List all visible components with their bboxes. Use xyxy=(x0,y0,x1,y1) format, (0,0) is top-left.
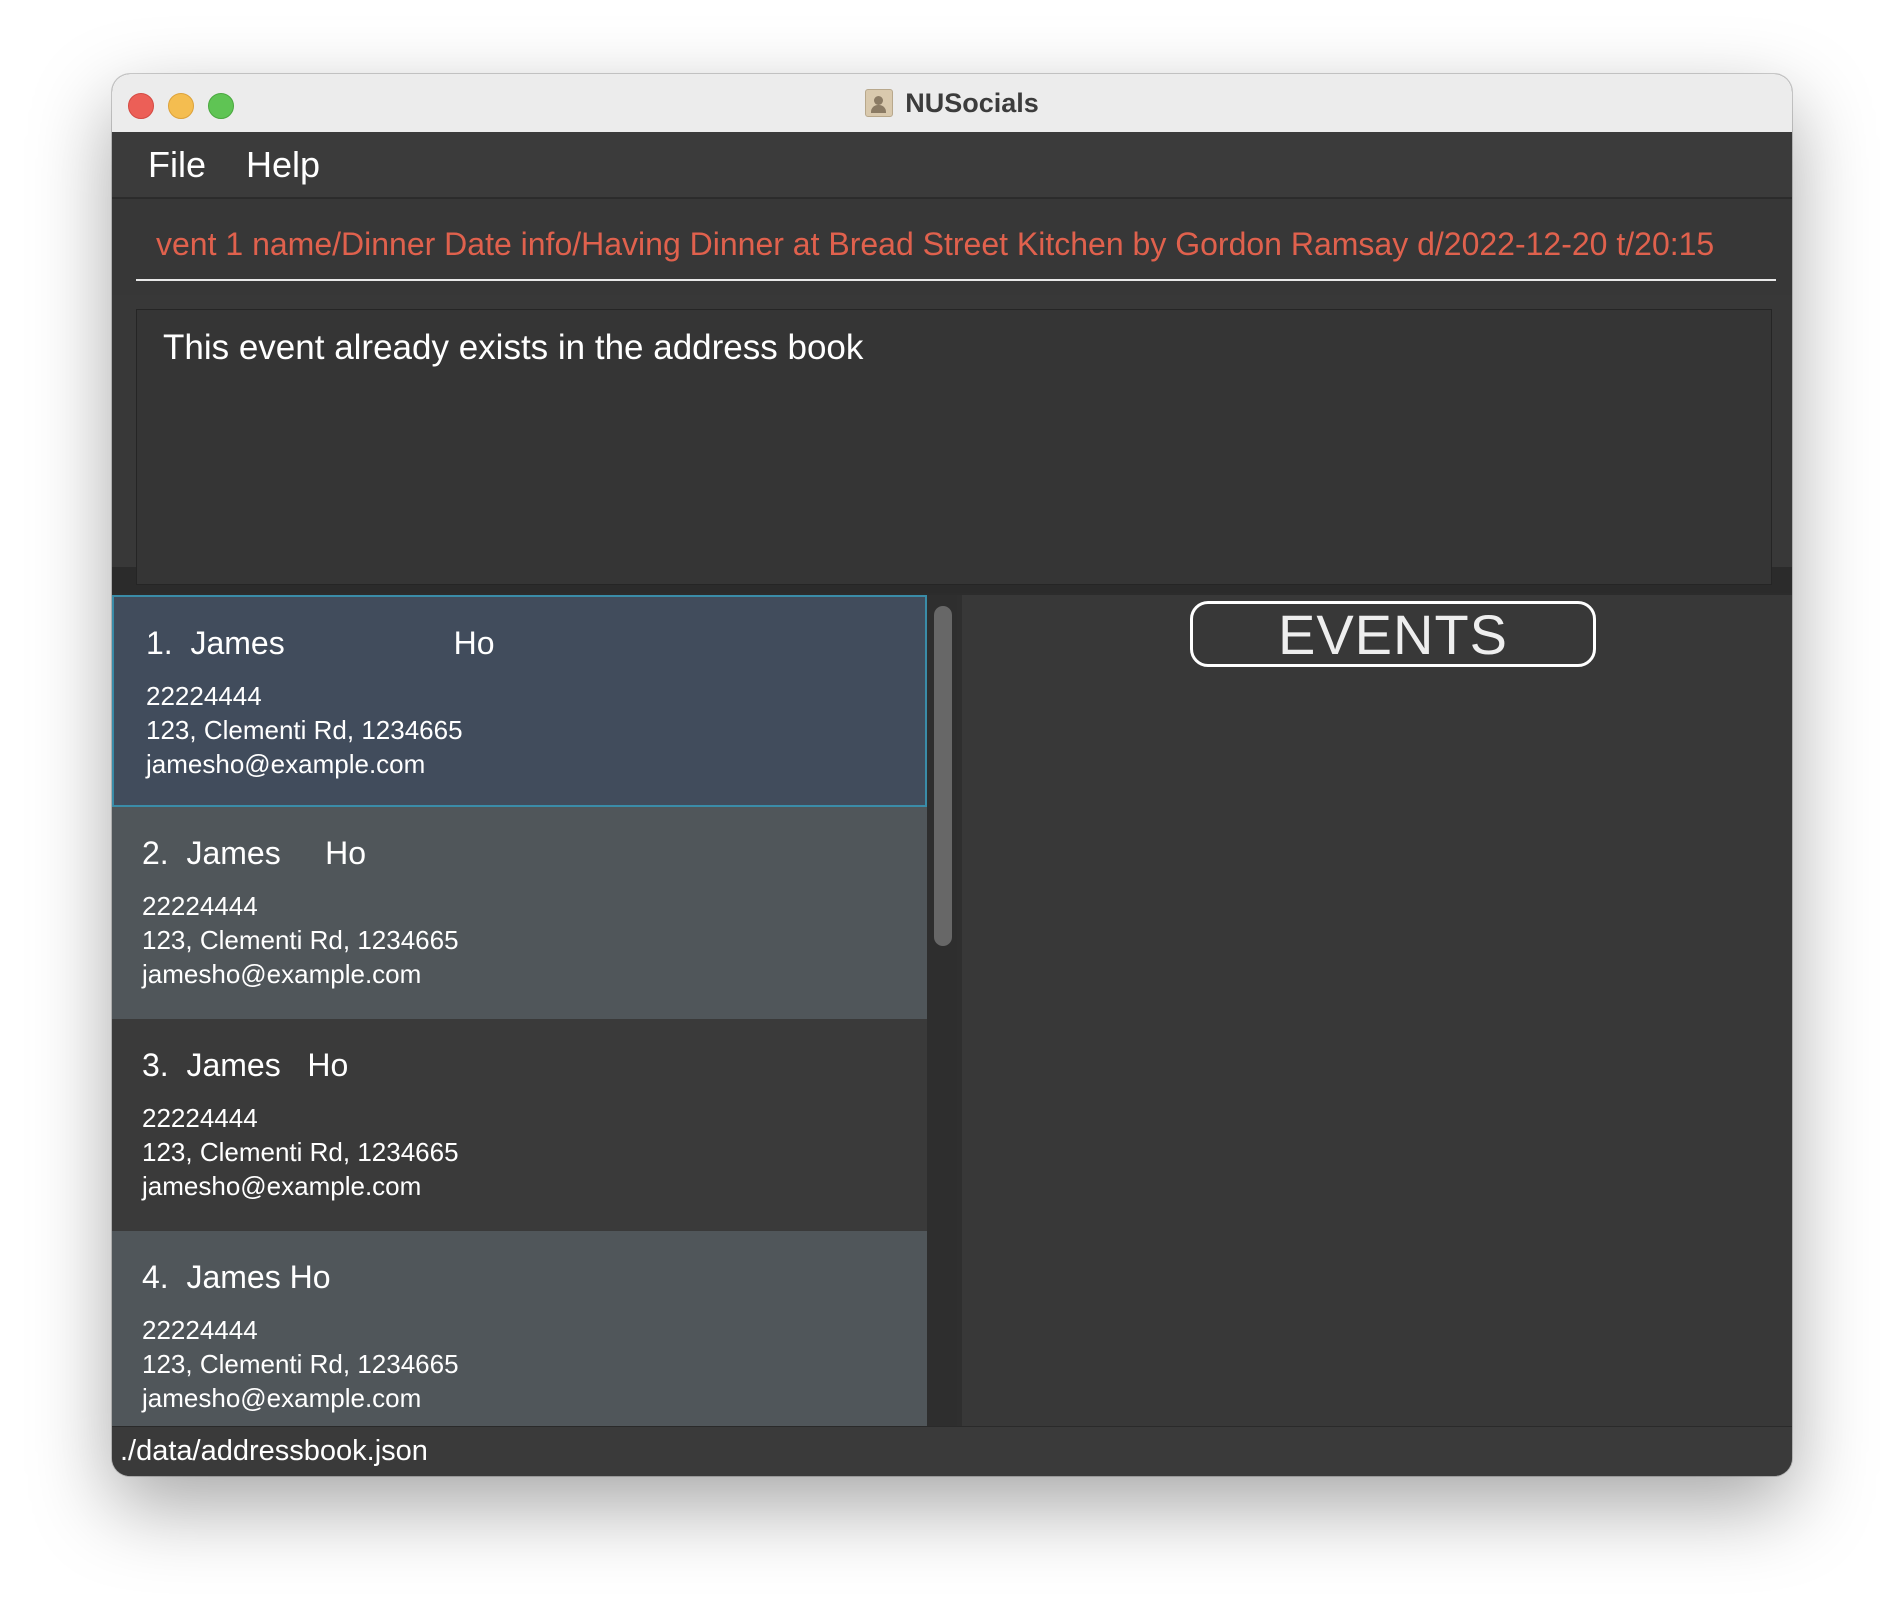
person-name-line: 2. James Ho xyxy=(142,835,366,872)
events-panel: EVENTS xyxy=(962,595,1792,1426)
person-list[interactable]: 1. James Ho 22224444 123, Clementi Rd, 1… xyxy=(112,595,927,1426)
person-index: 2. xyxy=(142,835,169,871)
person-name: James Ho xyxy=(186,835,367,871)
result-text-area[interactable]: This event already exists in the address… xyxy=(136,309,1772,585)
window-title: NUSocials xyxy=(905,87,1039,118)
person-phone: 22224444 xyxy=(142,1315,258,1345)
result-message: This event already exists in the address… xyxy=(163,328,864,367)
person-phone: 22224444 xyxy=(142,1103,258,1133)
person-address: 123, Clementi Rd, 1234665 xyxy=(146,715,463,745)
result-display: This event already exists in the address… xyxy=(112,295,1792,585)
person-name: James Ho xyxy=(190,625,495,661)
person-card[interactable]: 3. James Ho 22224444 123, Clementi Rd, 1… xyxy=(112,1019,927,1231)
person-address: 123, Clementi Rd, 1234665 xyxy=(142,1349,459,1379)
person-index: 1. xyxy=(146,625,173,661)
command-input[interactable] xyxy=(136,209,1776,281)
person-address: 123, Clementi Rd, 1234665 xyxy=(142,925,459,955)
person-name-line: 3. James Ho xyxy=(142,1047,348,1084)
person-phone: 22224444 xyxy=(146,681,262,711)
menu-file[interactable]: File xyxy=(148,144,206,186)
person-card[interactable]: 1. James Ho 22224444 123, Clementi Rd, 1… xyxy=(112,595,927,807)
person-email: jamesho@example.com xyxy=(142,959,422,989)
person-email: jamesho@example.com xyxy=(146,749,426,779)
person-email: jamesho@example.com xyxy=(142,1171,422,1201)
status-bar: ./data/addressbook.json xyxy=(112,1426,1792,1476)
scrollbar-thumb[interactable] xyxy=(934,606,952,946)
person-card[interactable]: 4. James Ho 22224444 123, Clementi Rd, 1… xyxy=(112,1231,927,1426)
menu-bar: File Help xyxy=(112,132,1792,198)
menu-help[interactable]: Help xyxy=(246,144,320,186)
person-address: 123, Clementi Rd, 1234665 xyxy=(142,1137,459,1167)
person-name-line: 4. James Ho xyxy=(142,1259,331,1296)
person-name: James Ho xyxy=(186,1047,349,1083)
save-location: ./data/addressbook.json xyxy=(120,1435,428,1467)
title-group: NUSocials xyxy=(112,74,1792,132)
person-index: 4. xyxy=(142,1259,169,1295)
person-phone: 22224444 xyxy=(142,891,258,921)
app-icon xyxy=(865,89,894,117)
person-name-line: 1. James Ho xyxy=(146,625,495,662)
title-bar: NUSocials xyxy=(112,74,1792,133)
person-name: James Ho xyxy=(186,1259,331,1295)
command-box xyxy=(112,199,1792,295)
person-card[interactable]: 2. James Ho 22224444 123, Clementi Rd, 1… xyxy=(112,807,927,1019)
person-index: 3. xyxy=(142,1047,169,1083)
person-email: jamesho@example.com xyxy=(142,1383,422,1413)
events-header: EVENTS xyxy=(1190,601,1596,667)
app-window: NUSocials File Help This event already e… xyxy=(112,74,1792,1476)
